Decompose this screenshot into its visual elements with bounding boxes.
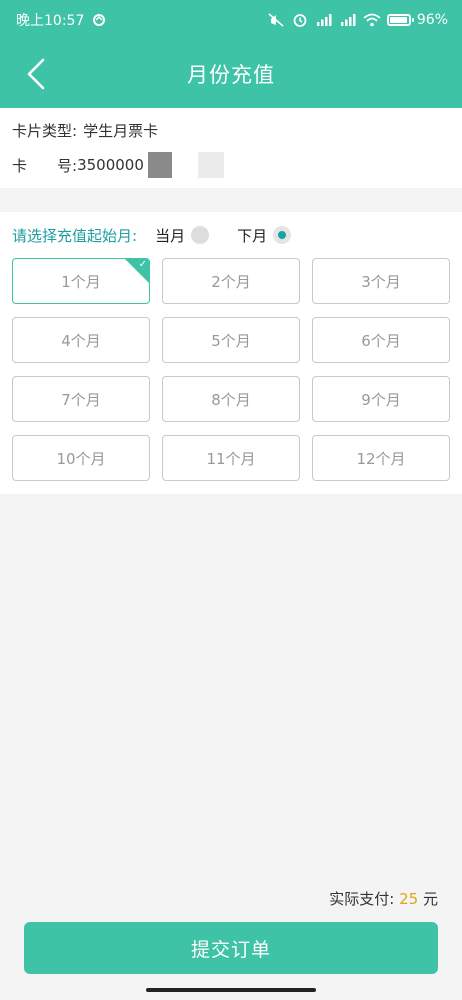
card-number-row: 卡 号: 3500000 <box>12 152 224 178</box>
start-month-row: 请选择充值起始月: 当月 下月 <box>12 224 450 246</box>
wifi-icon <box>363 13 381 27</box>
home-indicator[interactable] <box>146 988 316 992</box>
card-number-value: 3500000 <box>77 156 144 174</box>
section-gap <box>0 188 462 212</box>
month-option-label: 8个月 <box>211 390 251 409</box>
header: 晚上10:57 96% 月份充值 <box>0 0 462 108</box>
notification-icon <box>93 14 106 26</box>
month-option-label: 9个月 <box>361 390 401 409</box>
battery-level: 96% <box>416 12 448 28</box>
radio-next-month[interactable] <box>273 226 292 244</box>
page-title: 月份充值 <box>187 63 275 87</box>
month-option-7[interactable]: 7个月 <box>12 376 150 422</box>
month-option-label: 1个月 <box>61 272 101 291</box>
payment-summary: 实际支付: 25 元 <box>329 888 438 909</box>
payment-label: 实际支付: <box>329 890 395 908</box>
month-option-label: 5个月 <box>211 331 251 350</box>
month-option-label: 11个月 <box>206 449 256 468</box>
month-option-8[interactable]: 8个月 <box>162 376 300 422</box>
month-option-6[interactable]: 6个月 <box>312 317 450 363</box>
option-next-month-label: 下月 <box>237 226 268 245</box>
month-option-label: 10个月 <box>56 449 106 468</box>
month-option-4[interactable]: 4个月 <box>12 317 150 363</box>
card-number-label: 卡 号: <box>12 156 78 175</box>
month-option-3[interactable]: 3个月 <box>312 258 450 304</box>
alarm-icon <box>293 14 307 27</box>
month-option-2[interactable]: 2个月 <box>162 258 300 304</box>
radio-current-month[interactable] <box>191 226 210 244</box>
nav-bar: 月份充值 <box>0 40 462 108</box>
card-info: 卡片类型: 学生月票卡 卡 号: 3500000 <box>0 108 462 188</box>
payment-unit: 元 <box>422 890 438 908</box>
card-type-label: 卡片类型: <box>12 122 78 140</box>
month-option-11[interactable]: 11个月 <box>162 435 300 481</box>
option-current-month[interactable]: 当月 <box>155 225 210 246</box>
signal-icon <box>316 14 332 26</box>
month-option-1[interactable]: 1个月 ✓ <box>12 258 150 304</box>
redaction-block <box>197 152 224 178</box>
option-next-month[interactable]: 下月 <box>237 225 292 246</box>
redaction-block <box>147 152 172 178</box>
recharge-options: 请选择充值起始月: 当月 下月 1个月 ✓ 2个月 3个月 4个月 5个月 6个… <box>0 212 462 494</box>
month-option-label: 3个月 <box>361 272 401 291</box>
month-option-label: 6个月 <box>361 331 401 350</box>
submit-order-button[interactable]: 提交订单 <box>24 922 438 974</box>
chevron-left-icon <box>27 58 45 90</box>
payment-amount: 25 <box>399 890 419 908</box>
month-option-5[interactable]: 5个月 <box>162 317 300 363</box>
month-option-label: 2个月 <box>211 272 251 291</box>
card-type-value: 学生月票卡 <box>83 122 159 140</box>
month-option-10[interactable]: 10个月 <box>12 435 150 481</box>
month-option-label: 12个月 <box>356 449 406 468</box>
month-option-label: 7个月 <box>61 390 101 409</box>
start-month-prompt: 请选择充值起始月: <box>12 226 138 245</box>
status-bar: 晚上10:57 96% <box>0 0 462 40</box>
back-button[interactable] <box>18 54 54 94</box>
month-option-12[interactable]: 12个月 <box>312 435 450 481</box>
signal-icon-2 <box>340 14 356 26</box>
month-option-label: 4个月 <box>61 331 101 350</box>
mute-icon <box>268 13 284 27</box>
month-option-9[interactable]: 9个月 <box>312 376 450 422</box>
battery-icon <box>386 14 414 26</box>
checkmark-icon: ✓ <box>138 259 147 270</box>
status-time: 晚上10:57 <box>16 13 85 29</box>
card-type-row: 卡片类型: 学生月票卡 <box>12 120 158 141</box>
option-current-month-label: 当月 <box>155 226 186 245</box>
